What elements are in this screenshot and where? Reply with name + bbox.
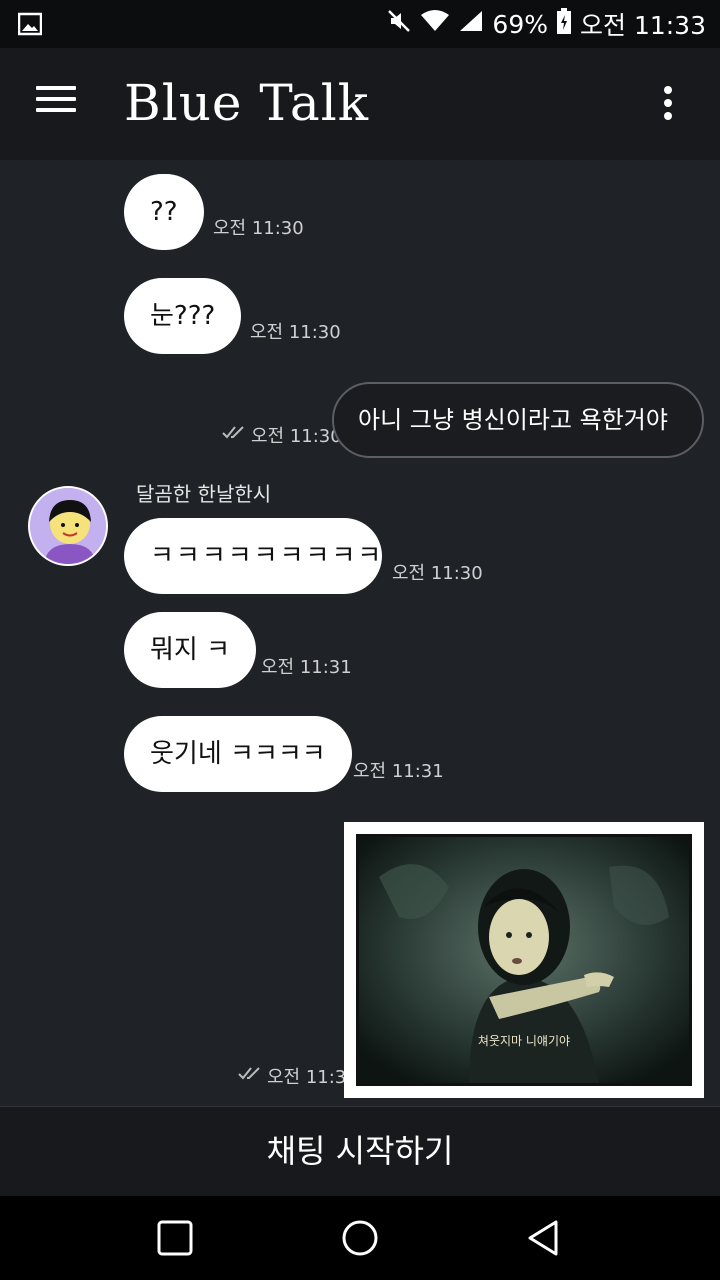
image-caption: 쳐웃지마 니얘기야 [477,1034,571,1048]
more-vert-icon[interactable] [660,86,676,122]
start-chat-button[interactable]: 채팅 시작하기 [0,1106,720,1196]
read-check-icon [238,1065,262,1085]
read-check-icon [222,424,246,444]
image-message[interactable]: 쳐웃지마 니얘기야 [344,822,704,1098]
navigation-bar [0,1196,720,1280]
image-notification-icon [17,12,43,40]
battery-level: 69% [492,9,548,39]
message-time: 오전 11:30 [213,218,304,239]
message-bubble[interactable]: 웃기네 ㅋㅋㅋㅋ [124,716,352,792]
message-time: 오전 11:31 [261,657,352,678]
message-time: 오전 11:30 [392,563,483,584]
meme-image: 쳐웃지마 니얘기야 [356,834,692,1086]
chat-list[interactable]: ?? 오전 11:30 눈??? 오전 11:30 오전 11:30 아니 그냥… [0,160,720,1106]
message-time: 오전 11:30 [251,426,342,447]
status-time: 오전 11:33 [580,11,706,40]
avatar[interactable] [28,486,108,566]
battery-icon [556,8,572,40]
recents-icon[interactable] [153,1216,197,1260]
home-icon[interactable] [338,1216,382,1260]
app-bar: Blue Talk [0,48,720,160]
message-bubble[interactable]: 눈??? [124,278,242,354]
message-bubble[interactable]: 뭐지 ㅋ [124,612,257,688]
mute-icon [386,8,412,40]
app-title: Blue Talk [124,74,369,132]
wifi-icon [420,9,450,39]
menu-icon[interactable] [36,86,76,118]
sender-name: 달곰한 한날한시 [136,482,272,506]
message-bubble[interactable]: ㅋㅋㅋㅋㅋㅋㅋㅋㅋ [124,518,382,594]
message-time: 오전 11:30 [250,322,341,343]
signal-icon [458,9,484,39]
back-icon[interactable] [522,1216,566,1260]
message-time: 오전 11:31 [353,761,444,782]
status-bar: 69% 오전 11:33 [0,0,720,48]
message-bubble[interactable]: ?? [124,174,204,250]
message-bubble-sent[interactable]: 아니 그냥 병신이라고 욕한거야 [332,382,704,458]
